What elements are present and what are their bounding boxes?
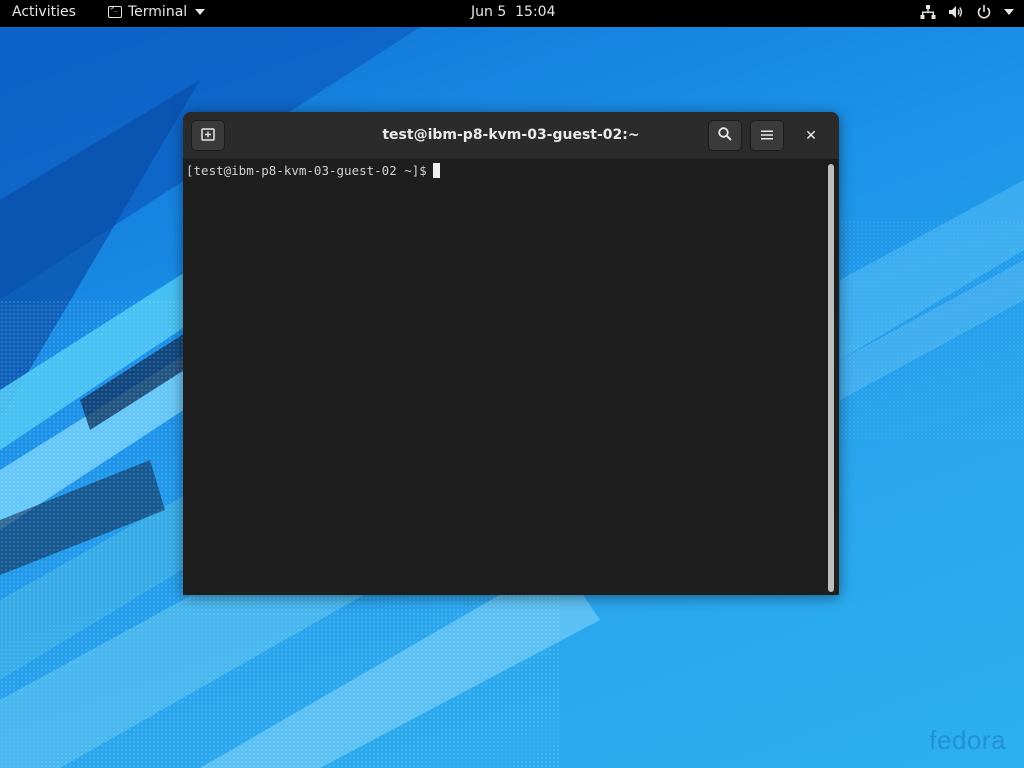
activities-button[interactable]: Activities [12, 4, 76, 20]
shell-prompt: [test@ibm-p8-kvm-03-guest-02 ~]$ [186, 163, 427, 178]
terminal-window: test@ibm-p8-kvm-03-guest-02:~ ✕ [test@ib… [183, 112, 839, 595]
app-menu-button[interactable]: Terminal [108, 4, 206, 20]
volume-icon [948, 4, 964, 20]
search-button[interactable] [708, 120, 742, 151]
power-icon [976, 4, 992, 20]
terminal-area[interactable]: [test@ibm-p8-kvm-03-guest-02 ~]$ [183, 160, 839, 595]
terminal-app-icon [108, 4, 122, 18]
scrollbar[interactable] [828, 164, 834, 592]
clock-time: 15:04 [515, 4, 556, 20]
hamburger-menu-button[interactable] [750, 120, 784, 151]
chevron-down-icon [195, 9, 206, 15]
close-icon: ✕ [805, 127, 817, 144]
close-button[interactable]: ✕ [797, 120, 825, 151]
window-headerbar[interactable]: test@ibm-p8-kvm-03-guest-02:~ ✕ [183, 112, 839, 160]
network-icon [920, 4, 936, 20]
search-icon [717, 126, 733, 146]
prompt-line: [test@ibm-p8-kvm-03-guest-02 ~]$ [186, 163, 440, 178]
text-cursor [432, 163, 440, 178]
clock-button[interactable]: Jun 5 15:04 [471, 4, 556, 20]
clock-date: Jun 5 [471, 4, 507, 20]
app-menu-label: Terminal [128, 4, 188, 20]
hamburger-menu-icon [760, 126, 774, 145]
fedora-logo: fedora [929, 725, 1006, 755]
chevron-down-icon [1004, 8, 1014, 16]
top-bar: Activities Terminal Jun 5 15:04 [0, 0, 1024, 27]
system-menu-button[interactable] [920, 4, 1014, 20]
